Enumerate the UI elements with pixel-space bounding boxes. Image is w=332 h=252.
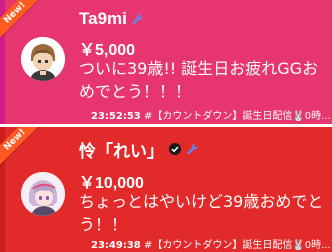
superchat-card[interactable]: New! Ta9mi ￥5,000 ついに39歳!! 誕生日お疲れGGおめでとう… <box>0 0 332 124</box>
new-ribbon: New! <box>0 127 43 168</box>
timestamp: 23:52:53 <box>91 111 141 122</box>
superchat-card[interactable]: New! 怜「れい」 ￥10,000 ちょっとはやいけど39歳おめでとう！！ 2… <box>0 127 332 252</box>
avatar-image <box>21 37 65 81</box>
avatar-image <box>21 172 65 216</box>
card-footer[interactable]: 23:52:53 #【カウントダウン】誕生日配信🐰0時... <box>91 107 332 122</box>
verified-icon <box>168 142 182 156</box>
avatar[interactable] <box>21 37 65 81</box>
donation-message: ちょっとはやいけど39歳おめでとう！！ <box>79 192 324 234</box>
new-ribbon: New! <box>0 0 43 41</box>
superchat-list: New! Ta9mi ￥5,000 ついに39歳!! 誕生日お疲れGGおめでとう… <box>0 0 332 252</box>
author-name[interactable]: 怜「れい」 <box>79 137 164 162</box>
timestamp: 23:49:38 <box>91 240 141 251</box>
stream-title: #【カウントダウン】誕生日配信🐰0時... <box>143 240 331 251</box>
name-row: Ta9mi <box>79 8 145 30</box>
author-name[interactable]: Ta9mi <box>79 9 127 29</box>
name-row: 怜「れい」 <box>79 137 200 162</box>
wrench-icon <box>186 142 200 156</box>
avatar[interactable] <box>21 172 65 216</box>
stream-title: #【カウントダウン】誕生日配信🐰0時... <box>143 111 331 122</box>
donation-message: ついに39歳!! 誕生日お疲れGGおめでとう！！！ <box>79 59 319 101</box>
wrench-icon <box>131 12 145 26</box>
card-footer[interactable]: 23:49:38 #【カウントダウン】誕生日配信🐰0時... <box>91 236 332 251</box>
